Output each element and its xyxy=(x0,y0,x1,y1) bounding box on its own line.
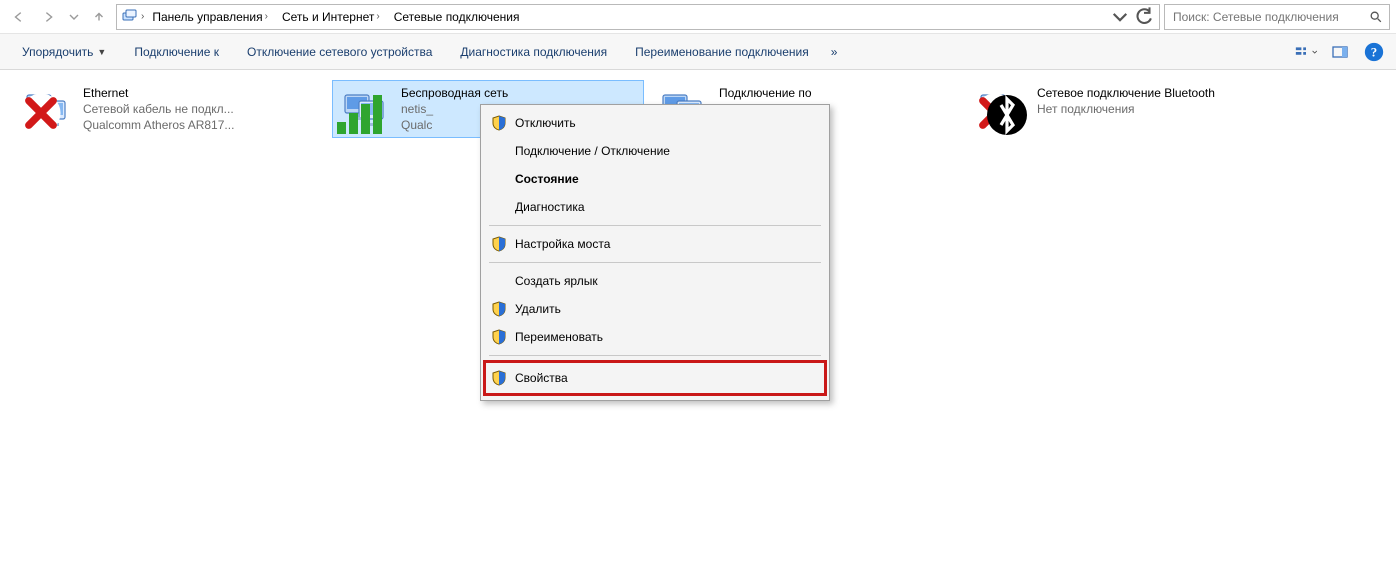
chevron-right-icon[interactable]: › xyxy=(265,11,268,22)
connection-title: Ethernet xyxy=(83,85,234,101)
context-menu-separator xyxy=(489,262,821,263)
context-menu-label: Диагностика xyxy=(515,200,585,214)
breadcrumb-bar[interactable]: › Панель управления› Сеть и Интернет› Се… xyxy=(116,4,1160,30)
nav-back-button[interactable] xyxy=(6,4,32,30)
context-menu-item[interactable]: Диагностика xyxy=(483,193,827,221)
context-menu-label: Удалить xyxy=(515,302,561,316)
view-options-button[interactable] xyxy=(1294,40,1318,64)
signal-icon xyxy=(337,91,385,135)
context-menu-item[interactable]: Подключение / Отключение xyxy=(483,137,827,165)
uac-shield-icon xyxy=(491,301,507,317)
connection-item[interactable]: Сетевое подключение BluetoothНет подключ… xyxy=(968,80,1280,138)
context-menu-label: Переименовать xyxy=(515,330,603,344)
context-menu: Отключить Подключение / Отключение Состоян… xyxy=(480,104,830,401)
bluetooth-icon xyxy=(983,93,1031,137)
refresh-button[interactable] xyxy=(1133,6,1155,28)
overflow-button[interactable]: » xyxy=(825,39,844,65)
diagnose-button[interactable]: Диагностика подключения xyxy=(448,39,619,65)
context-menu-label: Свойства xyxy=(515,371,568,385)
breadcrumb-segment[interactable]: Сеть и Интернет› xyxy=(276,5,386,29)
location-icon xyxy=(121,8,139,26)
connection-status: Нет подключения xyxy=(1037,101,1215,117)
context-menu-item[interactable]: Создать ярлык xyxy=(483,267,827,295)
context-menu-label: Создать ярлык xyxy=(515,274,598,288)
help-button[interactable] xyxy=(1362,40,1386,64)
nav-up-button[interactable] xyxy=(86,4,112,30)
preview-pane-button[interactable] xyxy=(1328,40,1352,64)
connection-device: Qualcomm Atheros AR817... xyxy=(83,117,234,133)
connection-title: Подключение по xyxy=(719,85,821,101)
connection-item[interactable]: EthernetСетевой кабель не подкл...Qualco… xyxy=(14,80,326,138)
address-history-button[interactable] xyxy=(1109,6,1131,28)
nav-forward-button[interactable] xyxy=(36,4,62,30)
network-adapter-icon xyxy=(339,85,391,133)
connect-to-button[interactable]: Подключение к xyxy=(122,39,231,65)
breadcrumb-segment[interactable]: Сетевые подключения xyxy=(388,5,526,29)
search-input[interactable] xyxy=(1171,9,1363,25)
context-menu-label: Состояние xyxy=(515,172,579,186)
chevron-right-icon[interactable]: › xyxy=(376,11,379,22)
connection-text: Сетевое подключение BluetoothНет подключ… xyxy=(1037,85,1215,117)
uac-shield-icon xyxy=(491,329,507,345)
breadcrumb-label: Сеть и Интернет xyxy=(282,10,374,24)
context-menu-label: Отключить xyxy=(515,116,576,130)
disable-device-button[interactable]: Отключение сетевого устройства xyxy=(235,39,444,65)
breadcrumb-label: Сетевые подключения xyxy=(394,10,520,24)
organize-label: Упорядочить xyxy=(22,45,93,59)
breadcrumb-segment[interactable]: Панель управления› xyxy=(146,5,274,29)
context-menu-item[interactable]: Настройка моста xyxy=(483,230,827,258)
context-menu-label: Подключение / Отключение xyxy=(515,144,670,158)
breadcrumb-label: Панель управления xyxy=(152,10,262,24)
disconnected-icon xyxy=(17,91,65,135)
connection-title: Сетевое подключение Bluetooth xyxy=(1037,85,1215,101)
chevron-right-icon[interactable]: › xyxy=(141,11,144,22)
connection-text: EthernetСетевой кабель не подкл...Qualco… xyxy=(83,85,234,134)
context-menu-item[interactable]: Переименовать xyxy=(483,323,827,351)
network-adapter-icon xyxy=(975,85,1027,133)
connection-title: Беспроводная сеть xyxy=(401,85,508,101)
context-menu-item[interactable]: Состояние xyxy=(483,165,827,193)
connection-status: Сетевой кабель не подкл... xyxy=(83,101,234,117)
network-adapter-icon xyxy=(21,85,73,133)
caret-down-icon: ▼ xyxy=(97,47,106,57)
search-box[interactable] xyxy=(1164,4,1390,30)
context-menu-item[interactable]: Свойства xyxy=(483,360,827,396)
organize-button[interactable]: Упорядочить ▼ xyxy=(10,39,118,65)
address-bar: › Панель управления› Сеть и Интернет› Се… xyxy=(0,0,1396,34)
uac-shield-icon xyxy=(491,236,507,252)
context-menu-separator xyxy=(489,225,821,226)
context-menu-separator xyxy=(489,355,821,356)
rename-button[interactable]: Переименование подключения xyxy=(623,39,821,65)
context-menu-item[interactable]: Отключить xyxy=(483,109,827,137)
recent-locations-button[interactable] xyxy=(66,4,82,30)
uac-shield-icon xyxy=(491,370,507,386)
command-bar: Упорядочить ▼ Подключение к Отключение с… xyxy=(0,34,1396,70)
uac-shield-icon xyxy=(491,115,507,131)
search-icon xyxy=(1369,10,1383,24)
context-menu-label: Настройка моста xyxy=(515,237,610,251)
context-menu-item[interactable]: Удалить xyxy=(483,295,827,323)
